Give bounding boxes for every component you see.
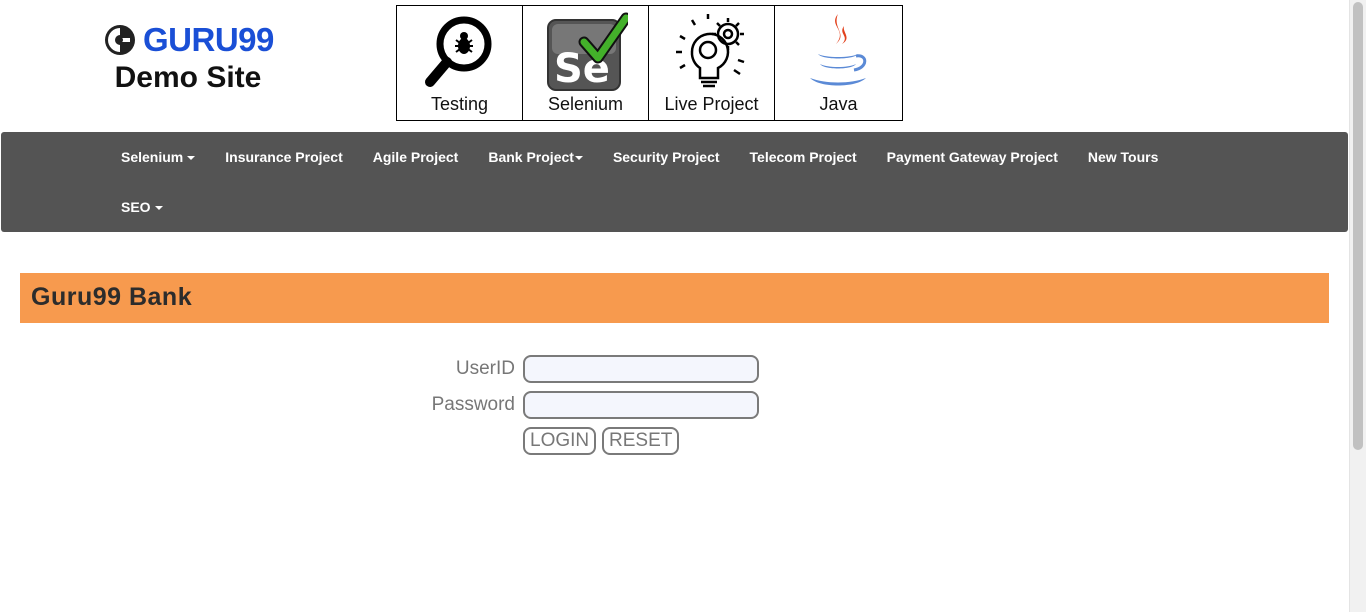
caret-down-icon <box>187 156 196 161</box>
scrollbar-thumb[interactable] <box>1353 2 1363 450</box>
nav-telecom-project[interactable]: Telecom Project <box>735 132 872 182</box>
java-cup-icon <box>810 14 867 86</box>
selenium-icon: Se <box>547 12 628 92</box>
nav-selenium-dropdown[interactable]: Selenium <box>106 132 210 182</box>
userid-input[interactable] <box>523 355 759 383</box>
magnifier-bug-icon <box>425 16 492 87</box>
userid-label: UserID <box>455 358 515 379</box>
lightbulb-gear-icon <box>676 14 745 88</box>
project-tiles: Testing Se Selenium Live Project Java <box>396 5 903 121</box>
nav-security-project[interactable]: Security Project <box>598 132 735 182</box>
main-navbar: Selenium Insurance Project Agile Project… <box>1 132 1348 232</box>
page-banner: Guru99 Bank <box>20 273 1329 323</box>
caret-down-icon <box>154 206 163 211</box>
password-label: Password <box>431 394 515 415</box>
password-input[interactable] <box>523 391 759 419</box>
page-title: Guru99 Bank <box>31 283 193 311</box>
tile-label: Testing <box>430 94 489 114</box>
site-logo[interactable]: GURU99 Demo Site <box>103 20 278 96</box>
nav-agile-project[interactable]: Agile Project <box>358 132 474 182</box>
nav-payment-gateway-project[interactable]: Payment Gateway Project <box>872 132 1073 182</box>
nav-row-primary: Selenium Insurance Project Agile Project… <box>106 132 1173 182</box>
nav-label: Selenium <box>121 149 184 165</box>
tile-testing[interactable]: Testing <box>397 6 523 120</box>
tile-selenium[interactable]: Se Selenium <box>523 6 649 120</box>
tile-label: Selenium <box>547 94 624 114</box>
logo-subtitle: Demo Site <box>114 61 262 94</box>
page-scrollbar[interactable] <box>1349 0 1366 612</box>
nav-insurance-project[interactable]: Insurance Project <box>210 132 358 182</box>
guru99-logo-icon <box>105 25 135 55</box>
nav-label: Bank Project <box>488 149 574 165</box>
nav-label: SEO <box>121 199 151 215</box>
tile-label: Java <box>819 94 858 114</box>
nav-row-secondary: SEO <box>106 182 178 232</box>
logo-brand-text: GURU99 <box>143 21 274 58</box>
caret-down-icon <box>574 156 583 161</box>
reset-button[interactable]: RESET <box>602 427 680 455</box>
login-button[interactable]: LOGIN <box>523 427 597 455</box>
nav-seo-dropdown[interactable]: SEO <box>106 182 178 232</box>
nav-new-tours[interactable]: New Tours <box>1073 132 1174 182</box>
nav-bank-project-dropdown[interactable]: Bank Project <box>473 132 598 182</box>
tile-label: Live Project <box>664 94 759 114</box>
tile-live-project[interactable]: Live Project <box>649 6 775 120</box>
tile-java[interactable]: Java <box>775 6 902 120</box>
